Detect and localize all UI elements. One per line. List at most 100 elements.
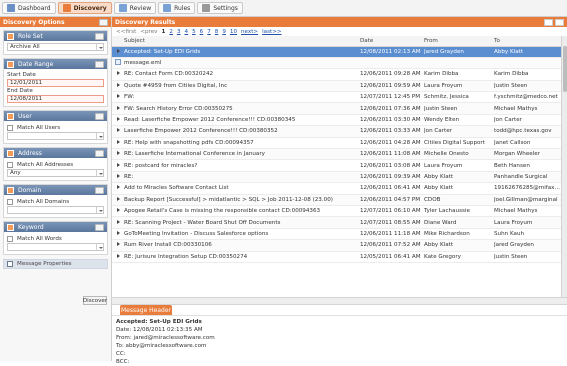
keyword-header[interactable]: Keyword	[4, 222, 107, 232]
collapse-icon[interactable]	[95, 223, 104, 231]
table-row[interactable]: Accepted: Set-Up EDI Grids 12/08/2011 02:…	[112, 46, 561, 58]
table-row[interactable]: GoToMeeting Invitation - Discuss Salesfo…	[112, 228, 561, 241]
page-6[interactable]: 6	[200, 29, 204, 35]
tab-review[interactable]: Review	[113, 2, 157, 14]
page-7[interactable]: 7	[207, 29, 211, 35]
subject-cell: Backup Report [Successful] > midatlantic…	[124, 194, 360, 206]
column-subject-header[interactable]: Subject	[124, 36, 360, 47]
match-all-users-checkbox[interactable]	[7, 124, 13, 131]
chevron-down-icon	[96, 170, 103, 176]
role-set-value: Archive All	[10, 44, 40, 50]
page-1[interactable]: 1	[161, 29, 165, 35]
message-properties-label: Message Properties	[17, 261, 72, 267]
table-row[interactable]: Rum River Install CD:00330106 12/06/2011 …	[112, 239, 561, 252]
from-cell: Laura Froyum	[424, 159, 494, 172]
page-9[interactable]: 9	[222, 29, 226, 35]
table-row[interactable]: Add to Miracles Software Contact List 12/…	[112, 182, 561, 195]
collapse-icon[interactable]	[95, 32, 104, 40]
address-header[interactable]: Address	[4, 148, 107, 158]
checkbox-label: Match All Addresses	[17, 161, 74, 168]
page-3[interactable]: 3	[177, 29, 181, 35]
table-row[interactable]: RE: Jurisure Integration Setup CD:003502…	[112, 251, 561, 263]
collapse-icon[interactable]	[95, 60, 104, 68]
table-row[interactable]: RE: Contact Form CD:00320242 12/06/2011 0…	[112, 68, 561, 81]
date-cell: 12/06/2011 11:18 AM	[360, 228, 424, 241]
date-range-header[interactable]: Date Range	[4, 59, 107, 69]
user-header[interactable]: User	[4, 111, 107, 121]
tab-discovery[interactable]: Discovery	[57, 2, 112, 14]
table-row[interactable]: RE: Scanning Project - Water Board Shut …	[112, 216, 561, 229]
table-row[interactable]: FW: 12/07/2011 12:45 PM Schmitz, Jessica f.…	[112, 91, 561, 104]
prev-page-link[interactable]: <prev	[140, 29, 157, 35]
table-row[interactable]: Quote #4959 from Citiies Digital, Inc 12/…	[112, 80, 561, 93]
column-from-header[interactable]: From	[424, 36, 494, 47]
table-row[interactable]: FW: Search History Error CD:00350275 12/0…	[112, 102, 561, 115]
match-all-addresses-checkbox[interactable]	[7, 161, 13, 168]
page-5[interactable]: 5	[192, 29, 196, 35]
row-icon-cell	[112, 194, 124, 206]
address-select[interactable]: Any	[7, 169, 104, 177]
discovery-options-panel: Discovery Options Role Set Archive All D…	[0, 17, 112, 361]
table-row[interactable]: Laserfiche Empower 2012 Conference!!! CD…	[112, 125, 561, 138]
section-title: Keyword	[18, 223, 44, 231]
role-set-header[interactable]: Role Set	[4, 31, 107, 41]
collapse-button[interactable]	[99, 18, 108, 26]
match-all-words-checkbox[interactable]	[7, 235, 13, 242]
subject-cell: FW: Search History Error CD:00350275	[124, 102, 360, 115]
discovery-results-header: Discovery Results	[112, 17, 567, 27]
domain-select[interactable]	[7, 206, 104, 214]
results-scrollbar[interactable]	[561, 36, 567, 297]
keyword-select[interactable]	[7, 243, 104, 251]
collapse-icon[interactable]	[95, 149, 104, 157]
tab-settings[interactable]: Settings	[197, 2, 243, 14]
section-icon	[7, 149, 14, 157]
message-properties-toggle[interactable]: Message Properties	[3, 259, 108, 269]
keyword-section: Keyword Match All Words	[3, 221, 108, 255]
match-all-domains-checkbox[interactable]	[7, 198, 13, 205]
preview-splitter[interactable]	[112, 297, 567, 305]
table-row[interactable]: Backup Report [Successful] > midatlantic…	[112, 194, 561, 206]
maximize-icon[interactable]	[555, 18, 564, 26]
table-row[interactable]: RE: 12/06/2011 09:39 AM Abby Klatt Panhandl…	[112, 171, 561, 184]
user-select[interactable]	[7, 132, 104, 140]
domain-header[interactable]: Domain	[4, 185, 107, 195]
collapse-icon[interactable]	[95, 112, 104, 120]
message-header-tab[interactable]: Message Header	[120, 305, 172, 315]
page-10[interactable]: 10	[230, 29, 237, 35]
from-cell: Abby Klatt	[424, 239, 494, 252]
to-cell: Jared Grayden	[494, 239, 561, 252]
table-row[interactable]: Apogee Retail's Case is missing the resp…	[112, 205, 561, 218]
collapse-icon[interactable]	[95, 186, 104, 194]
table-row[interactable]: RE: Help with snapshotting pdfs CD:00094…	[112, 137, 561, 150]
last-page-link[interactable]: last>>	[262, 29, 281, 35]
preview-cc: CC:	[116, 351, 126, 357]
tab-dashboard[interactable]: Dashboard	[2, 2, 56, 14]
role-set-select[interactable]: Archive All	[7, 43, 104, 51]
discover-button[interactable]: Discover	[83, 296, 107, 305]
subject-cell: Quote #4959 from Citiies Digital, Inc	[124, 80, 360, 93]
table-row[interactable]: Read: Laserfiche Empower 2012 Conference…	[112, 114, 561, 127]
scroll-thumb[interactable]	[563, 46, 567, 92]
page-8[interactable]: 8	[215, 29, 219, 35]
section-title: Date Range	[18, 60, 54, 68]
column-to-header[interactable]: To	[494, 36, 561, 47]
end-date-input[interactable]: 12/08/2011	[7, 95, 104, 103]
tab-rules[interactable]: Rules	[158, 2, 196, 14]
results-table: Subject Date From To Accepted: Set-Up ED…	[112, 36, 561, 297]
table-row[interactable]: message.eml	[112, 57, 561, 70]
column-date-header[interactable]: Date	[360, 36, 424, 47]
next-page-link[interactable]: next>	[241, 29, 258, 35]
export-icon[interactable]	[544, 18, 553, 26]
discovery-results-panel: Discovery Results <<first <prev 1 2 3 4 …	[112, 17, 567, 365]
subject-cell: Rum River Install CD:00330106	[124, 239, 360, 252]
first-page-link[interactable]: <<first	[116, 29, 136, 35]
start-date-input[interactable]: 12/01/2011	[7, 79, 104, 87]
page-2[interactable]: 2	[169, 29, 173, 35]
date-cell: 12/06/2011 03:30 AM	[360, 114, 424, 127]
table-row[interactable]: RE: postcard for miracles? 12/06/2011 03:…	[112, 159, 561, 172]
subject-cell: RE: Laserfiche International Conference …	[124, 148, 360, 161]
page-4[interactable]: 4	[185, 29, 189, 35]
expand-arrow-icon	[116, 94, 120, 99]
expand-arrow-icon	[116, 219, 120, 224]
table-row[interactable]: RE: Laserfiche International Conference …	[112, 148, 561, 161]
